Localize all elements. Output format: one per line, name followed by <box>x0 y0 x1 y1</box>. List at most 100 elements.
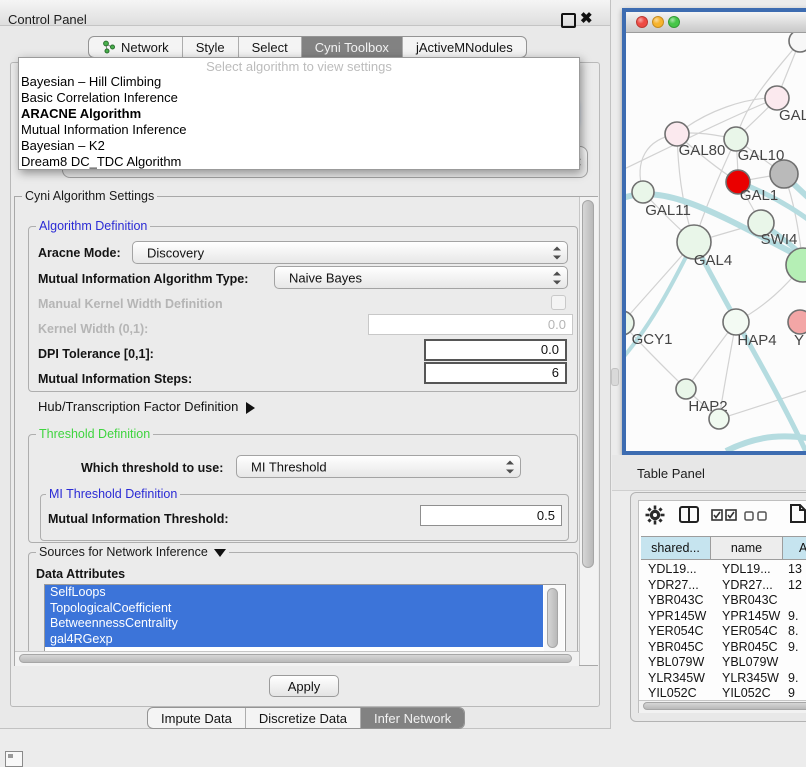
hub-definition-label: Hub/Transcription Factor Definition <box>38 399 238 414</box>
mi-threshold-field[interactable]: 0.5 <box>420 505 562 526</box>
minimize-window-icon[interactable] <box>652 16 664 28</box>
aracne-mode-label: Aracne Mode: <box>38 246 121 260</box>
combo-stepper-icon <box>553 246 561 259</box>
data-attributes-label: Data Attributes <box>36 567 125 581</box>
dropdown-item[interactable]: Basic Correlation Inference <box>21 90 577 106</box>
settings-vscrollbar-thumb[interactable] <box>582 200 594 568</box>
table-cell[interactable]: YPR145W <box>648 609 706 625</box>
network-view-window[interactable]: GALGAL80GAL10GAL1GAL11SWI4GAL4GCY1HAP4YH… <box>622 8 806 455</box>
attributes-scrollbar-thumb[interactable] <box>547 588 558 648</box>
aracne-mode-combobox[interactable]: Discovery <box>132 241 568 264</box>
tab-select[interactable]: Select <box>238 37 301 57</box>
kernel-width-field[interactable]: 0.0 <box>368 314 573 335</box>
sources-legend[interactable]: Sources for Network Inference <box>36 545 229 559</box>
table-cell[interactable]: 13 <box>788 562 802 578</box>
mi-algorithm-type-combobox[interactable]: Naive Bayes <box>274 266 568 289</box>
tab-jactivemnodules[interactable]: jActiveMNodules <box>402 37 526 57</box>
network-edge[interactable] <box>719 386 806 419</box>
tab-style[interactable]: Style <box>182 37 238 57</box>
sources-legend-label: Sources for Network Inference <box>39 545 208 559</box>
network-node-hap2[interactable] <box>676 379 696 399</box>
panel-splitter-handle[interactable] <box>611 368 619 386</box>
column-header-A[interactable]: A <box>783 536 806 560</box>
column-header-shared[interactable]: shared... <box>641 536 711 560</box>
table-cell[interactable]: YLR345W <box>648 671 705 687</box>
table-cell[interactable]: YDR27... <box>648 578 699 594</box>
table-cell[interactable]: YBR045C <box>648 640 704 656</box>
threshold-definition-legend: Threshold Definition <box>36 427 153 441</box>
network-node-gal11[interactable] <box>632 181 654 203</box>
node-label: GCY1 <box>632 331 673 348</box>
table-cell[interactable]: YBR043C <box>648 593 704 609</box>
network-node[interactable] <box>770 160 798 188</box>
collapsed-panel-icon[interactable] <box>5 751 23 767</box>
table-cell[interactable]: YER054C <box>722 624 778 640</box>
table-cell[interactable]: 9. <box>788 640 798 656</box>
which-threshold-label: Which threshold to use: <box>81 461 223 475</box>
hub-definition-toggle[interactable]: Hub/Transcription Factor Definition <box>38 399 255 414</box>
mi-steps-field[interactable]: 6 <box>424 362 567 384</box>
mi-threshold-label: Mutual Information Threshold: <box>48 512 229 526</box>
zoom-window-icon[interactable] <box>668 16 680 28</box>
network-canvas[interactable]: GALGAL80GAL10GAL1GAL11SWI4GAL4GCY1HAP4YH… <box>626 33 806 451</box>
node-label: HAP4 <box>737 332 776 349</box>
table-hscrollbar-thumb[interactable] <box>643 702 806 710</box>
settings-hscrollbar-thumb[interactable] <box>19 654 572 663</box>
table-cell[interactable]: YDR27... <box>722 578 773 594</box>
table-cell[interactable]: 9. <box>788 609 798 625</box>
apply-button[interactable]: Apply <box>269 675 339 697</box>
table-cell[interactable]: YBL079W <box>722 655 778 671</box>
tab-impute-data[interactable]: Impute Data <box>148 708 245 728</box>
tab-infer-network[interactable]: Infer Network <box>360 708 464 728</box>
close-window-icon[interactable] <box>636 16 648 28</box>
table-cell[interactable]: YLR345W <box>722 671 779 687</box>
settings-gear-icon[interactable] <box>645 505 665 525</box>
float-window-icon[interactable] <box>561 13 576 28</box>
dpi-tolerance-field[interactable]: 0.0 <box>424 339 567 361</box>
tab-discretize-data[interactable]: Discretize Data <box>245 708 360 728</box>
tab-label: Style <box>196 40 225 55</box>
column-header-name[interactable]: name <box>711 536 783 560</box>
page-icon[interactable] <box>789 503 806 524</box>
network-node-y[interactable] <box>788 310 806 334</box>
table-cell[interactable]: YBR045C <box>722 640 778 656</box>
attribute-item[interactable]: gal4RGexp <box>45 632 543 648</box>
algorithm-dropdown-popup: Select algorithm to view settings Bayesi… <box>18 57 580 170</box>
deselect-checkboxes-icon[interactable] <box>744 511 769 521</box>
select-checkboxes-icon[interactable] <box>711 509 738 521</box>
which-threshold-combobox[interactable]: MI Threshold <box>236 455 521 478</box>
network-node[interactable] <box>789 33 806 52</box>
table-cell[interactable]: YBL079W <box>648 655 704 671</box>
dropdown-item[interactable]: ARACNE Algorithm <box>21 106 577 122</box>
settings-group-legend: Cyni Algorithm Settings <box>22 189 157 203</box>
manual-kernel-width-checkbox[interactable] <box>551 295 566 310</box>
table-cell[interactable]: YDL19... <box>648 562 697 578</box>
close-panel-icon[interactable]: ✖ <box>580 9 593 27</box>
table-cell[interactable]: YER054C <box>648 624 704 640</box>
dpi-tolerance-label: DPI Tolerance [0,1]: <box>38 347 154 361</box>
network-window-titlebar[interactable] <box>626 12 806 33</box>
table-cell[interactable]: YPR145W <box>722 609 780 625</box>
attribute-item[interactable]: TopologicalCoefficient <box>45 601 543 617</box>
dropdown-item[interactable]: Bayesian – Hill Climbing <box>21 74 577 90</box>
table-cell[interactable]: YDL19... <box>722 562 771 578</box>
table-cell[interactable]: 12 <box>788 578 802 594</box>
tab-label: Select <box>252 40 288 55</box>
kernel-width-label: Kernel Width (0,1): <box>38 322 148 336</box>
table-cell[interactable]: 9. <box>788 671 798 687</box>
table-cell[interactable]: 8. <box>788 624 798 640</box>
dropdown-item[interactable]: Mutual Information Inference <box>21 122 577 138</box>
tab-network[interactable]: Network <box>89 37 182 57</box>
attribute-item[interactable]: SelfLoops <box>45 585 543 601</box>
dropdown-item[interactable]: Dream8 DC_TDC Algorithm <box>21 154 577 170</box>
split-columns-icon[interactable] <box>679 506 699 523</box>
network-edge[interactable] <box>677 98 777 134</box>
network-edge-highlighted[interactable] <box>726 436 806 451</box>
attribute-item[interactable]: BetweennessCentrality <box>45 616 543 632</box>
mi-steps-label: Mutual Information Steps: <box>38 372 192 386</box>
network-node[interactable] <box>709 409 729 429</box>
table-cell[interactable]: YBR043C <box>722 593 778 609</box>
data-attributes-list[interactable]: SelfLoopsTopologicalCoefficientBetweenne… <box>44 584 566 654</box>
dropdown-item[interactable]: Bayesian – K2 <box>21 138 577 154</box>
tab-cyni-toolbox[interactable]: Cyni Toolbox <box>301 37 402 57</box>
